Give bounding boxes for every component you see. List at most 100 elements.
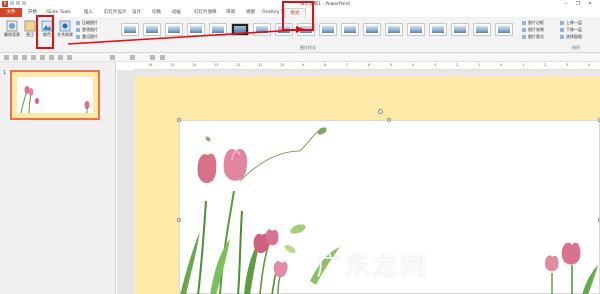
corrections-icon [24, 20, 36, 32]
toolbar-format-icon[interactable] [160, 55, 165, 60]
picture-style-16[interactable] [451, 23, 469, 36]
ruler-label: 15 [170, 63, 175, 67]
reset-picture-button[interactable]: 重设图片 [76, 34, 98, 40]
picture-style-7[interactable] [253, 23, 271, 36]
slides-thumbnail-pane: 1 [0, 62, 116, 294]
selection-pane-icon [560, 35, 564, 39]
watermark-text: 广东龙网 [316, 252, 429, 282]
picture-style-14[interactable] [407, 23, 425, 36]
change-picture-button[interactable]: 更改图片 [76, 27, 98, 33]
send-backward-icon [560, 28, 564, 32]
remove-background-button[interactable]: 删除背景 [2, 20, 22, 38]
picture-layout-button[interactable]: 图片版式 [522, 34, 544, 40]
picture-style-1[interactable] [121, 23, 139, 36]
compress-pictures-button[interactable]: 压缩图片 [76, 20, 98, 26]
bring-forward-icon [560, 21, 564, 25]
toolbar-align-icon[interactable] [150, 55, 155, 60]
picture-effects-button[interactable]: 图片效果 [522, 27, 544, 33]
picture-styles-group-label: 图片样式 [300, 45, 316, 50]
tab-review[interactable]: 审阅 [226, 8, 235, 17]
picture-style-5[interactable] [209, 23, 227, 36]
tab-onekey[interactable]: OneKey 5 [262, 8, 284, 17]
tab-slideshow[interactable]: 幻灯片放映 [194, 8, 217, 17]
ruler-label: 5 [390, 63, 393, 67]
ruler-label: 8 [324, 63, 327, 67]
picture-style-4[interactable] [187, 23, 205, 36]
picture-style-18[interactable] [495, 23, 513, 36]
reset-picture-icon [76, 35, 80, 39]
toolbar-save-icon[interactable] [4, 55, 9, 60]
save-icon[interactable] [10, 1, 14, 5]
ruler-label: 1 [522, 63, 525, 67]
quick-access-toolbar [10, 1, 40, 7]
window-controls: ✕ ❐ – [536, 1, 596, 7]
rotate-handle[interactable] [378, 109, 383, 114]
minimize-icon[interactable]: – [560, 1, 572, 7]
slide-thumbnail-picture [17, 77, 93, 113]
ruler-label: 4 [412, 63, 415, 67]
format-tab-highlight-box [282, 1, 314, 31]
ruler-label: 14 [192, 63, 197, 67]
redo-icon[interactable] [22, 1, 26, 5]
toolbar-font-box[interactable] [110, 55, 115, 60]
tab-animations[interactable]: 动画 [172, 8, 181, 17]
picture-border-icon [522, 21, 526, 25]
picture-style-10[interactable] [319, 23, 337, 36]
arrange-group-label: 排列 [572, 45, 580, 50]
toolbar-new-icon[interactable] [31, 55, 36, 60]
ruler-label: 11 [258, 63, 263, 67]
powerpoint-app-icon[interactable]: P [2, 1, 8, 7]
picture-border-button[interactable]: 图片边框 [522, 20, 544, 26]
ruler-label: 4 [588, 63, 591, 67]
toolbar-undo-icon[interactable] [13, 55, 18, 60]
picture-style-15[interactable] [429, 23, 447, 36]
picture-style-17[interactable] [473, 23, 491, 36]
tab-transitions[interactable]: 切换 [152, 8, 161, 17]
tab-design[interactable]: 设计 [132, 8, 141, 17]
picture-style-6[interactable] [231, 23, 249, 36]
ruler-label: 7 [346, 63, 349, 67]
ruler-label: 12 [236, 63, 241, 67]
artistic-effects-button[interactable]: 艺术效果 [56, 20, 74, 38]
bring-forward-button[interactable]: 上移一层 [560, 20, 582, 26]
toolbar-size-box[interactable] [130, 55, 135, 60]
toolbar-print-icon[interactable] [49, 55, 54, 60]
color-highlight-box [36, 15, 54, 49]
tab-slide-design[interactable]: 幻灯片设计 [104, 8, 127, 17]
ruler-label: 13 [214, 63, 219, 67]
tab-view[interactable]: 视图 [246, 8, 255, 17]
artistic-effects-icon [59, 20, 71, 32]
close-icon[interactable]: ✕ [584, 1, 596, 7]
secondary-toolbar [0, 53, 600, 62]
undo-icon[interactable] [16, 1, 20, 5]
slide-thumbnail-1[interactable] [10, 70, 100, 120]
change-picture-icon [76, 28, 80, 32]
remove-background-icon [6, 20, 18, 32]
toolbar-folder-icon[interactable] [67, 55, 72, 60]
picture-styles-gallery [121, 20, 517, 44]
restore-icon[interactable]: ❐ [572, 1, 584, 7]
ruler-label: 2 [456, 63, 459, 67]
ruler-label: 2 [544, 63, 547, 67]
picture-style-3[interactable] [165, 23, 183, 36]
tab-insert[interactable]: 插入 [84, 8, 93, 17]
selection-pane-button[interactable]: 选择窗格 [560, 34, 582, 40]
picture-style-11[interactable] [341, 23, 359, 36]
toolbar-email-icon[interactable] [58, 55, 63, 60]
send-backward-button[interactable]: 下移一层 [560, 27, 582, 33]
ruler-label: 3 [566, 63, 569, 67]
picture-style-2[interactable] [143, 23, 161, 36]
tulip-thumbnail-image [20, 86, 90, 113]
ruler-label: 16 [148, 63, 153, 67]
ruler-label: 6 [368, 63, 371, 67]
tab-file[interactable]: 文件 [0, 8, 22, 17]
picture-style-13[interactable] [385, 23, 403, 36]
compress-icon [76, 21, 80, 25]
toolbar-open-icon[interactable] [40, 55, 45, 60]
corrections-button[interactable]: 更正 [23, 20, 37, 38]
toolbar-redo-icon[interactable] [22, 55, 27, 60]
ruler-label: 0 [500, 63, 503, 67]
ruler-label: 9 [302, 63, 305, 67]
picture-style-12[interactable] [363, 23, 381, 36]
slide-number: 1 [3, 70, 7, 76]
